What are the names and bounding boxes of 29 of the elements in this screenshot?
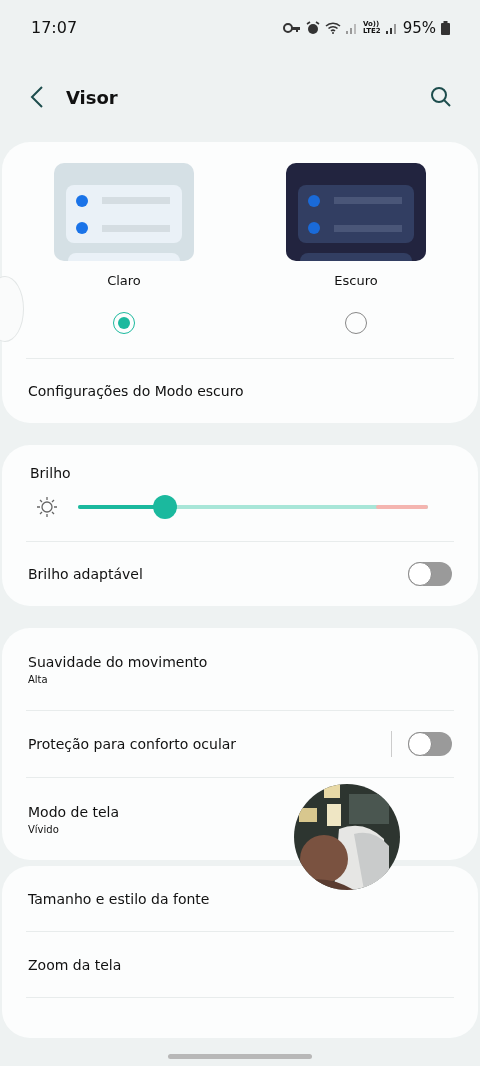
battery-level: 95% [402,18,436,37]
brightness-slider[interactable] [78,495,428,519]
theme-label: Escuro [334,273,378,288]
setting-value: Vívido [28,823,59,835]
adaptive-brightness-label: Brilho adaptável [28,566,144,582]
battery-icon [441,20,450,35]
brightness-label: Brilho [29,465,72,481]
toggle-switch[interactable] [408,732,452,756]
dark-theme-preview[interactable] [286,163,426,261]
dark-mode-settings-item[interactable]: Configurações do Modo escuro [28,383,244,399]
page-title: Visor [66,86,119,108]
signal-icon [385,21,398,34]
wifi-icon [324,21,341,34]
theme-label: Claro [107,273,141,288]
key-icon [282,22,301,33]
search-icon[interactable] [430,86,452,108]
back-icon[interactable] [30,85,44,109]
alarm-icon [305,20,320,35]
setting-item[interactable]: Tamanho e estilo da fonte [28,890,210,907]
setting-item[interactable]: Modo de tela [28,803,120,820]
setting-item[interactable]: Proteção para conforto ocular [28,736,391,752]
navigation-handle[interactable] [168,1054,312,1059]
status-time: 17:07 [31,18,78,37]
toggle-switch[interactable] [408,562,452,586]
sun-icon [36,496,58,518]
setting-item[interactable]: Zoom da tela [28,956,122,973]
signal-icon [345,21,358,34]
setting-item[interactable]: Suavidade do movimento [28,653,208,670]
setting-value: Alta [28,673,48,685]
